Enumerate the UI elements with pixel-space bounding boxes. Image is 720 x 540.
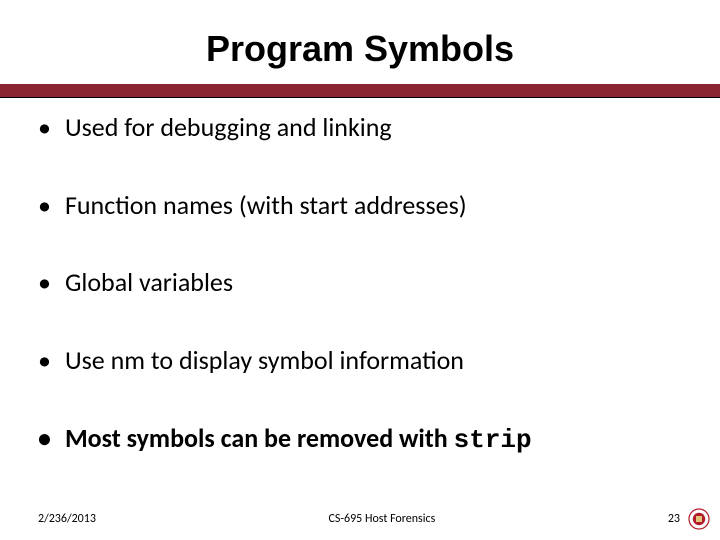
title-rule [0,84,720,98]
slide-footer: 2/236/2013 CS-695 Host Forensics 23 [0,506,720,532]
bullet-text: Function names (with start addresses) [65,190,467,222]
bullet-text: Global variables [65,267,233,299]
bullet-text: Most symbols can be removed with strip [65,423,532,457]
bullet-code: strip [454,425,532,455]
list-item: • Use nm to display symbol information [36,345,684,377]
bullet-text: Used for debugging and linking [65,112,392,144]
list-item: • Function names (with start addresses) [36,190,684,222]
list-item: • Used for debugging and linking [36,112,684,144]
slide: Program Symbols • Used for debugging and… [0,0,720,540]
bullet-text: Use nm to display symbol information [65,345,464,377]
footer-page-number: 23 [668,512,684,526]
bullet-glyph: • [36,190,65,222]
bullet-glyph: • [36,345,65,377]
bullet-glyph: • [36,112,65,144]
bullet-list: • Used for debugging and linking • Funct… [36,112,684,457]
bullet-glyph: • [36,267,65,299]
list-item: • Most symbols can be removed with strip [36,423,684,457]
list-item: • Global variables [36,267,684,299]
footer-date: 2/236/2013 [10,512,96,526]
slide-title: Program Symbols [36,28,684,70]
footer-course: CS-695 Host Forensics [96,512,668,526]
institution-logo-icon [688,508,710,530]
bullet-glyph: • [36,423,65,455]
bullet-prefix: Most symbols can be removed with [65,422,454,454]
